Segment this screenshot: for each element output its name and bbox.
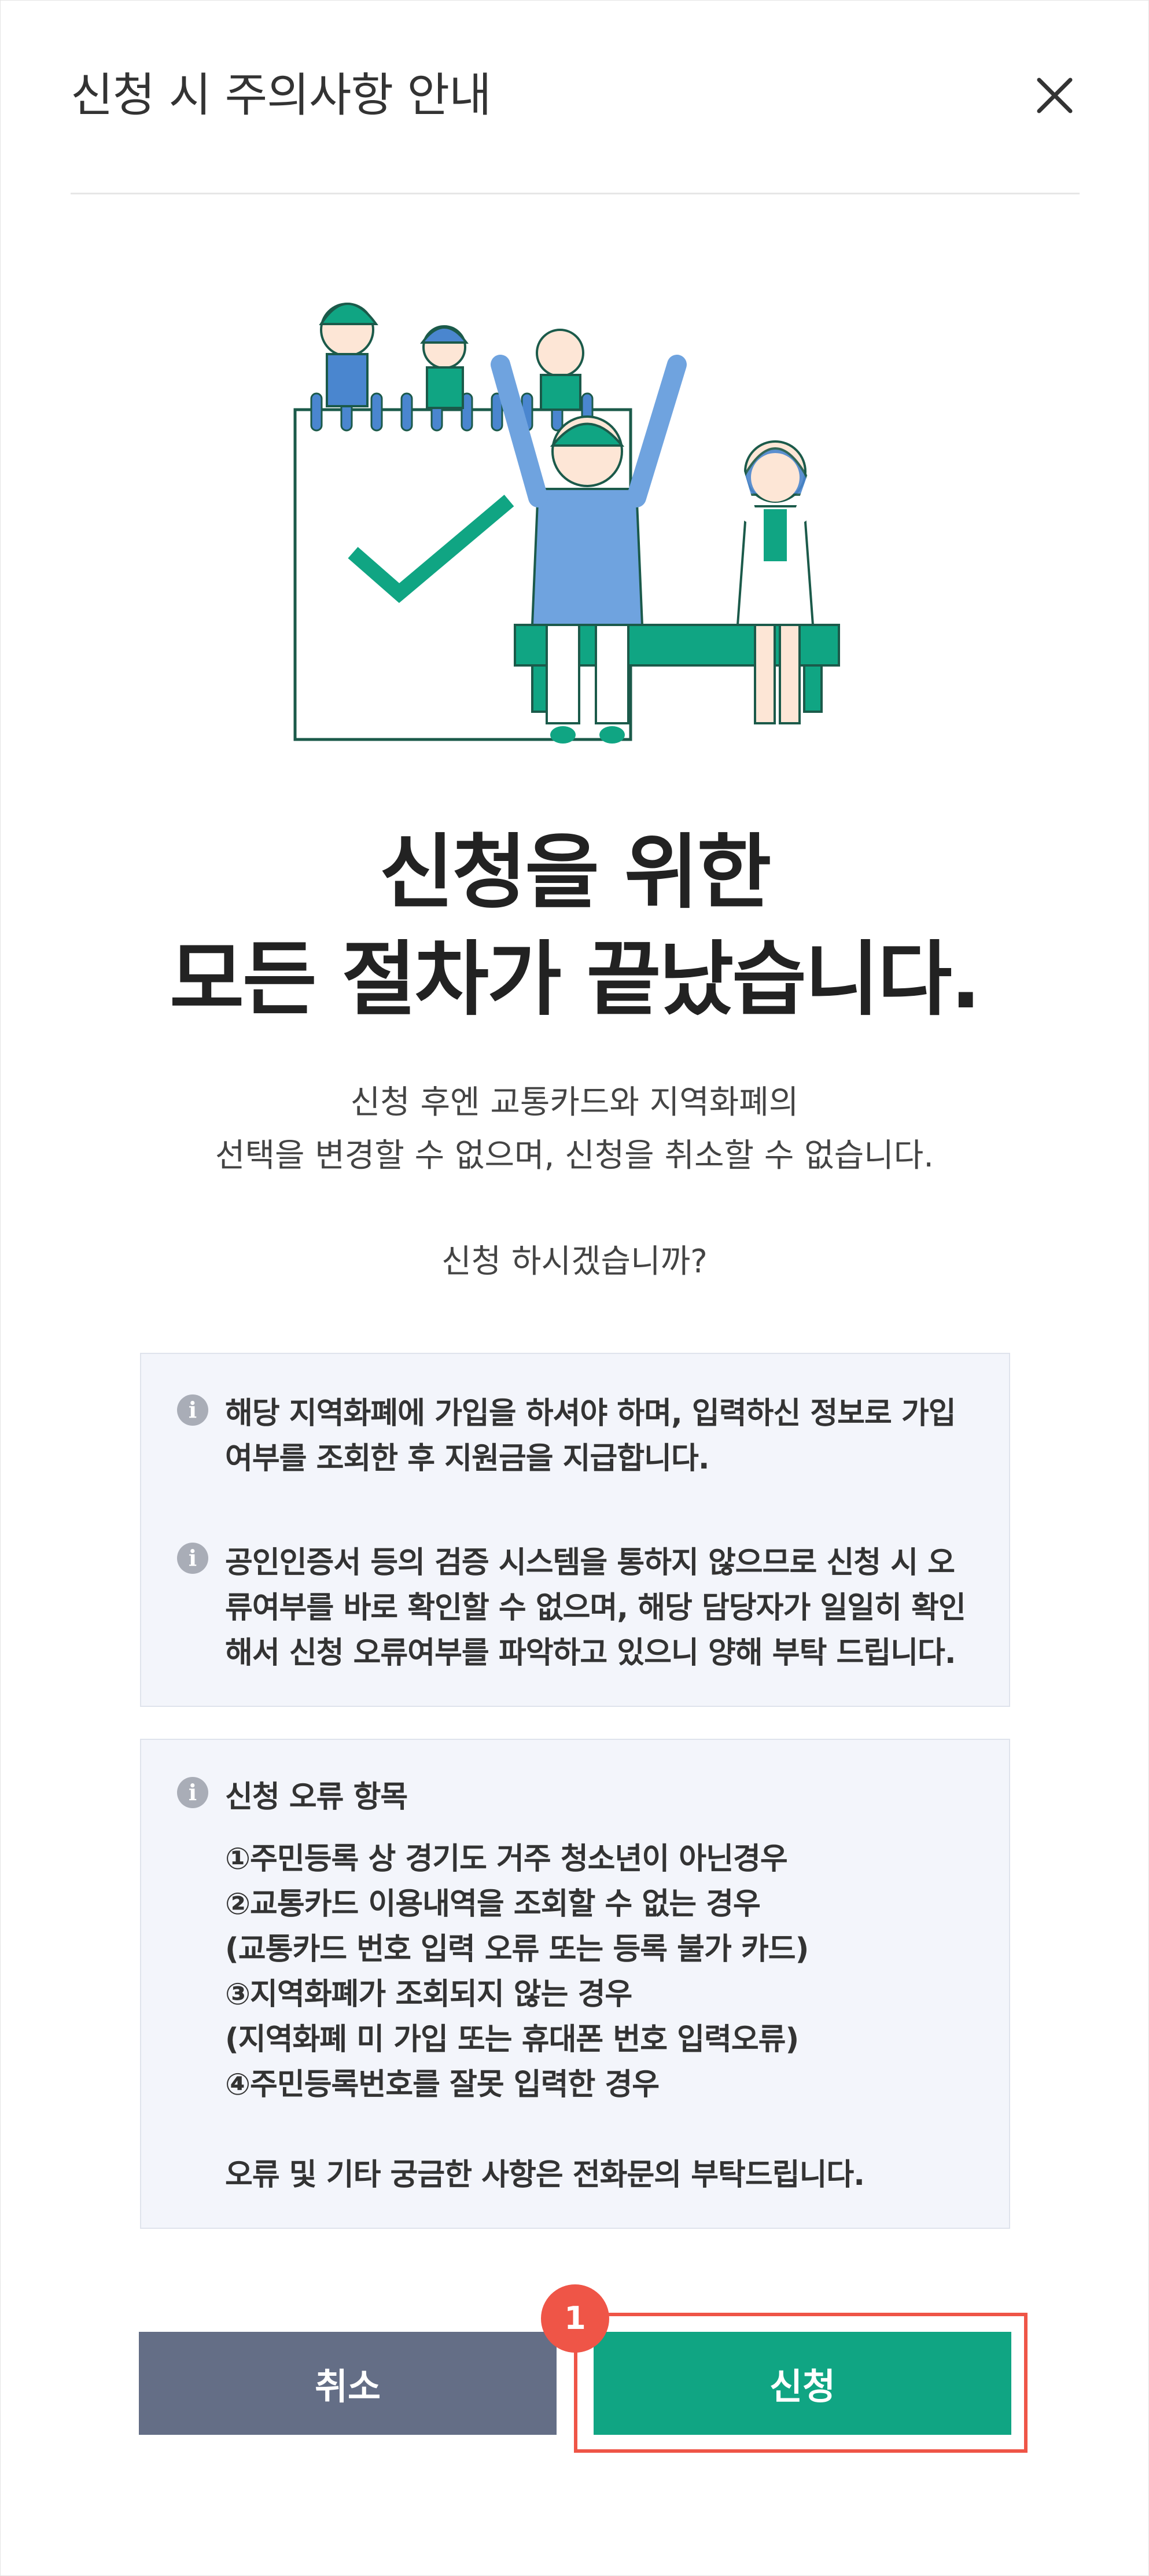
contact-note: 오류 및 기타 궁금한 사항은 전화문의 부탁드립니다. xyxy=(225,2158,865,2192)
info-icon: i xyxy=(177,1777,208,1808)
apply-button-highlight xyxy=(574,2313,1028,2453)
error-item: ④주민등록번호를 잘못 입력한 경우 xyxy=(225,2067,660,2102)
notice-text: 류여부를 바로 확인할 수 없으며, 해당 담당자가 일일히 확인 xyxy=(225,1591,966,1625)
error-item: (교통카드 번호 입력 오류 또는 등록 불가 카드) xyxy=(225,1932,809,1967)
error-item: (지역화폐 미 가입 또는 휴대폰 번호 입력오류) xyxy=(225,2022,799,2057)
description-line-2: 선택을 변경할 수 없으며, 신청을 취소할 수 없습니다. xyxy=(215,1137,934,1175)
dialog-title: 신청 시 주의사항 안내 xyxy=(71,68,492,122)
notice-box-error-items: i 신청 오류 항목 ①주민등록 상 경기도 거주 청소년이 아닌경우 ②교통카… xyxy=(140,1739,1010,2229)
headline-line-2: 모든 절차가 끝났습니다. xyxy=(170,933,981,1027)
error-item: ①주민등록 상 경기도 거주 청소년이 아닌경우 xyxy=(225,1842,788,1876)
info-icon: i xyxy=(177,1394,208,1426)
confirm-question: 신청 하시겠습니까? xyxy=(441,1243,708,1280)
description-line-1: 신청 후엔 교통카드와 지역화폐의 xyxy=(350,1084,799,1121)
notice-text: 해당 지역화폐에 가입을 하셔야 하며, 입력하신 정보로 가입 xyxy=(225,1396,956,1431)
cancel-button[interactable]: 취소 xyxy=(139,2332,557,2435)
celebration-illustration xyxy=(293,303,846,744)
error-item: ②교통카드 이용내역을 조회할 수 없는 경우 xyxy=(225,1887,761,1922)
notice-text: 여부를 조회한 후 지원금을 지급합니다. xyxy=(225,1441,710,1476)
notice-box-requirements: i 해당 지역화폐에 가입을 하셔야 하며, 입력하신 정보로 가입 여부를 조… xyxy=(140,1353,1010,1707)
error-items-title: 신청 오류 항목 xyxy=(225,1780,408,1815)
notice-text: 공인인증서 등의 검증 시스템을 통하지 않으므로 신청 시 오 xyxy=(225,1545,955,1580)
step-badge: 1 xyxy=(541,2284,609,2353)
close-icon[interactable] xyxy=(1029,69,1081,122)
header-divider xyxy=(71,193,1080,194)
notice-text: 해서 신청 오류여부를 파악하고 있으니 양해 부탁 드립니다. xyxy=(225,1636,956,1670)
headline-line-1: 신청을 위한 xyxy=(379,826,772,920)
info-icon: i xyxy=(177,1543,208,1574)
error-item: ③지역화폐가 조회되지 않는 경우 xyxy=(225,1977,632,2012)
